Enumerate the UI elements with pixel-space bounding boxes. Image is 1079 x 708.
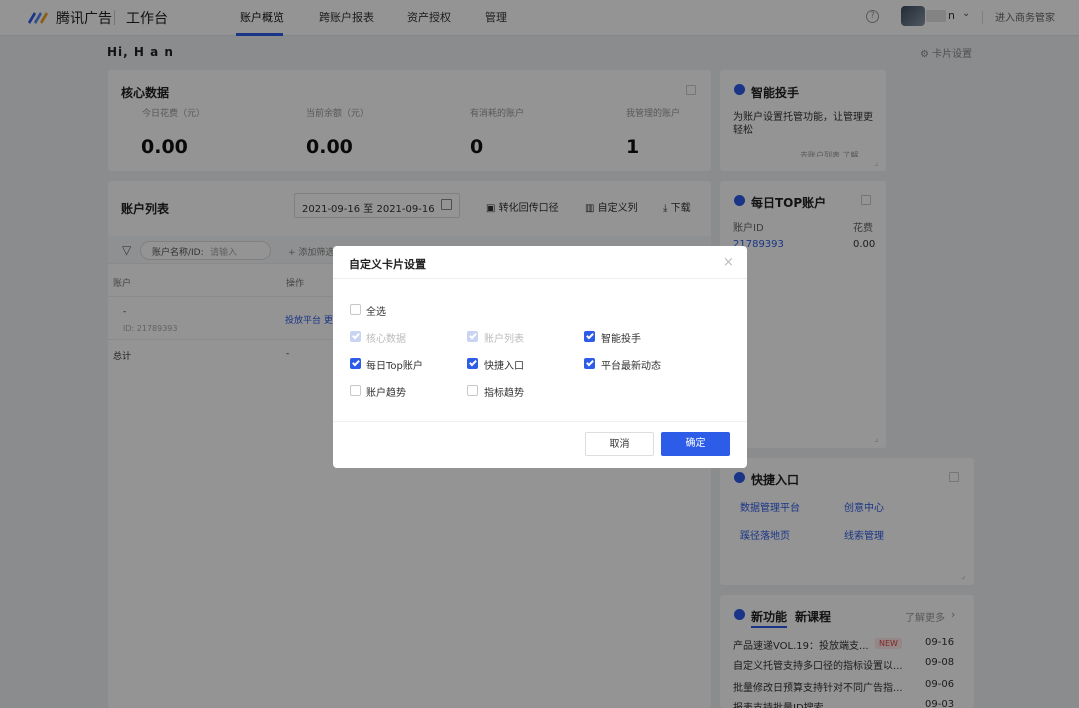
checkbox-label-account-list: 账户列表 (484, 334, 524, 345)
checkbox-core-data (350, 331, 361, 342)
divider (333, 421, 747, 422)
divider (333, 278, 747, 279)
checkbox-label-smart-bidder[interactable]: 智能投手 (601, 330, 641, 345)
checkbox-label-core-data: 核心数据 (366, 334, 406, 345)
select-all-label[interactable]: 全选 (366, 303, 386, 318)
checkbox-label-quick-entry[interactable]: 快捷入口 (484, 357, 524, 372)
dialog-title: 自定义卡片设置 (349, 258, 426, 271)
checkbox-label-account-trend[interactable]: 账户趋势 (366, 384, 406, 399)
custom-card-settings-dialog: 自定义卡片设置 × 全选 核心数据 账户列表 智能投手 每日Top账户 快捷入口… (333, 246, 747, 468)
cancel-button[interactable]: 取消 (585, 432, 654, 456)
checkbox-label-platform-news[interactable]: 平台最新动态 (601, 357, 661, 372)
checkbox-label-daily-top-accounts[interactable]: 每日Top账户 (366, 357, 423, 372)
checkbox-metric-trend[interactable] (467, 385, 478, 396)
confirm-button[interactable]: 确定 (661, 432, 730, 456)
checkbox-smart-bidder[interactable] (584, 331, 595, 342)
checkbox-label-metric-trend[interactable]: 指标趋势 (484, 384, 524, 399)
checkbox-platform-news[interactable] (584, 358, 595, 369)
checkbox-quick-entry[interactable] (467, 358, 478, 369)
select-all-checkbox[interactable] (350, 304, 361, 315)
checkbox-daily-top-accounts[interactable] (350, 358, 361, 369)
close-icon[interactable]: × (723, 255, 734, 270)
checkbox-account-trend[interactable] (350, 385, 361, 396)
checkbox-account-list (467, 331, 478, 342)
